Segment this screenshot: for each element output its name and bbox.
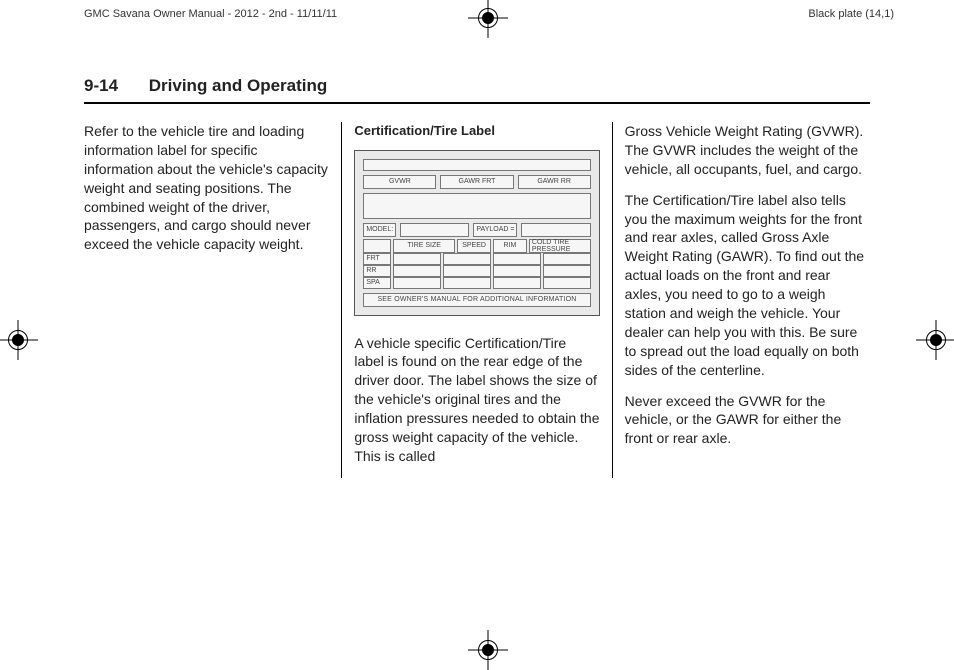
diagram-field-pressure: COLD TIRE PRESSURE bbox=[529, 239, 591, 253]
diagram-field-rim: RIM bbox=[493, 239, 527, 253]
certification-tire-label-diagram: GVWR GAWR FRT GAWR RR MODEL: PAYLOAD = T… bbox=[354, 150, 599, 316]
body-text: Refer to the vehicle tire and loading in… bbox=[84, 122, 329, 254]
diagram-field-gvwr: GVWR bbox=[363, 175, 436, 189]
diagram-field-gawr-frt: GAWR FRT bbox=[440, 175, 513, 189]
body-text: A vehicle specific Certification/Tire la… bbox=[354, 334, 599, 466]
registration-mark-icon bbox=[468, 630, 508, 670]
body-text: Never exceed the GVWR for the vehicle, o… bbox=[625, 392, 870, 449]
diagram-field-tiresize: TIRE SIZE bbox=[393, 239, 455, 253]
diagram-row-spa: SPA bbox=[363, 277, 391, 289]
body-text: Gross Vehicle Weight Rating (GVWR). The … bbox=[625, 122, 870, 179]
registration-mark-icon bbox=[916, 320, 954, 360]
diagram-field-payload: PAYLOAD = bbox=[473, 223, 517, 237]
diagram-field-speed: SPEED bbox=[457, 239, 491, 253]
print-meta-header: GMC Savana Owner Manual - 2012 - 2nd - 1… bbox=[84, 8, 894, 20]
section-header: 9-14 Driving and Operating bbox=[84, 76, 870, 104]
diagram-row-rr: RR bbox=[363, 265, 391, 277]
diagram-footer: SEE OWNER'S MANUAL FOR ADDITIONAL INFORM… bbox=[363, 293, 590, 307]
column-1: Refer to the vehicle tire and loading in… bbox=[84, 122, 341, 478]
content-columns: Refer to the vehicle tire and loading in… bbox=[84, 122, 870, 478]
page-body: 9-14 Driving and Operating Refer to the … bbox=[84, 76, 870, 478]
column-3: Gross Vehicle Weight Rating (GVWR). The … bbox=[612, 122, 870, 478]
manual-id: GMC Savana Owner Manual - 2012 - 2nd - 1… bbox=[84, 8, 337, 20]
diagram-row-frt: FRT bbox=[363, 253, 391, 265]
page-number: 9-14 bbox=[84, 76, 118, 96]
section-title: Driving and Operating bbox=[149, 76, 328, 95]
diagram-field-model: MODEL: bbox=[363, 223, 396, 237]
subheading: Certification/Tire Label bbox=[354, 122, 599, 140]
body-text: The Certification/Tire label also tells … bbox=[625, 191, 870, 380]
registration-mark-icon bbox=[0, 320, 38, 360]
plate-id: Black plate (14,1) bbox=[808, 8, 894, 20]
diagram-field-gawr-rr: GAWR RR bbox=[518, 175, 591, 189]
column-2: Certification/Tire Label GVWR GAWR FRT G… bbox=[341, 122, 611, 478]
